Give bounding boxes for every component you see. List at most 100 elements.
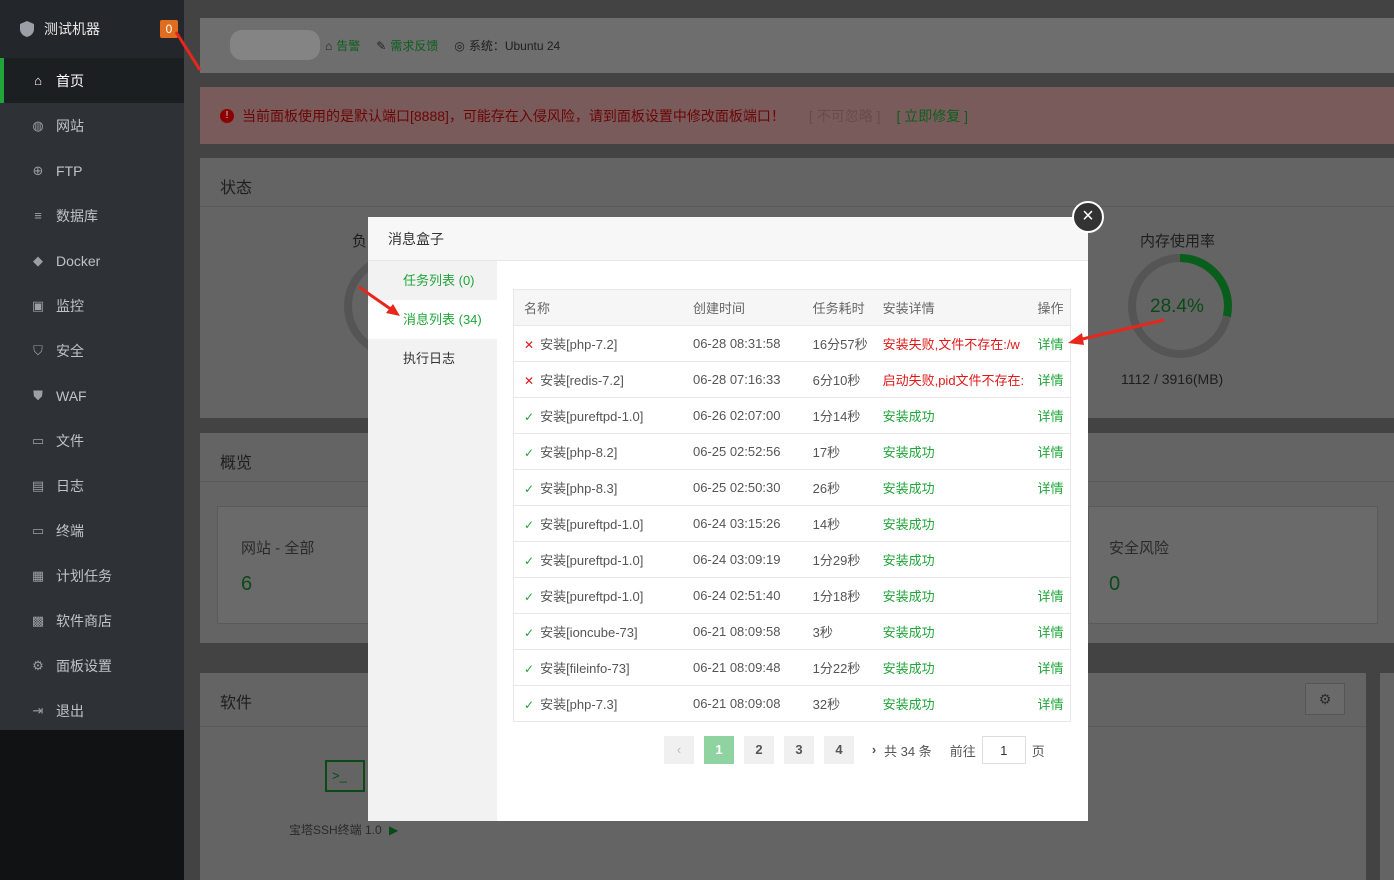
page-4-button[interactable]: 4 — [824, 736, 854, 764]
tab-exec-log[interactable]: 执行日志 — [368, 339, 497, 378]
next-page-button[interactable]: › — [864, 736, 884, 764]
play-icon[interactable]: ▶ — [389, 823, 398, 837]
feedback-link[interactable]: ✎ 需求反馈 — [376, 37, 438, 54]
close-icon[interactable]: × — [1072, 201, 1104, 233]
col-name: 名称 — [513, 289, 683, 326]
col-duration: 任务耗时 — [802, 289, 873, 326]
sidebar-item-2[interactable]: ⊕ FTP — [0, 148, 184, 193]
check-icon: ✓ — [524, 590, 535, 604]
home-small-icon: ⌂ — [325, 38, 333, 53]
check-icon: ✓ — [524, 626, 535, 640]
cell-duration: 14秒 — [802, 505, 873, 542]
fix-now-link[interactable]: [ 立即修复 ] — [896, 106, 968, 126]
page-1-button[interactable]: 1 — [704, 736, 734, 764]
detail-link[interactable]: 详情 — [1027, 685, 1071, 722]
sidebar-item-3[interactable]: ≡ 数据库 — [0, 193, 184, 238]
task-name: 安装[fileinfo-73] — [540, 661, 630, 676]
memory-label: 内存使用率 — [1140, 233, 1216, 250]
logout-icon: ⇥ — [32, 702, 44, 718]
settings-button[interactable]: ⚙ — [1305, 683, 1345, 715]
modal-tab-list: 任务列表 (0) 消息列表 (34) 执行日志 — [368, 261, 497, 821]
cell-install-detail: 安装成功 — [872, 397, 1028, 434]
check-icon: ✓ — [524, 482, 535, 496]
page-3-button[interactable]: 3 — [784, 736, 814, 764]
alarm-link[interactable]: ⌂ 告警 — [325, 37, 360, 54]
cell-name: ✓ 安装[ioncube-73] — [513, 613, 683, 650]
sidebar-item-14[interactable]: ⇥ 退出 — [0, 688, 184, 733]
detail-link[interactable]: 详情 — [1027, 469, 1071, 506]
sidebar-item-12[interactable]: ▩ 软件商店 — [0, 598, 184, 643]
pagination: ‹ 1 2 3 4 › 共 34 条 前往 页 — [664, 736, 1045, 764]
risk-label: 安全风险 — [1109, 540, 1170, 557]
sidebar-item-9[interactable]: ▤ 日志 — [0, 463, 184, 508]
site-label: 网站 - 全部 — [241, 540, 315, 557]
sidebar-item-label: Docker — [56, 252, 101, 269]
table-row: ✓ 安装[pureftpd-1.0] 06-26 02:07:00 1分14秒 安装成功… — [513, 397, 1071, 434]
sidebar-item-0[interactable]: ⌂ 首页 — [0, 58, 184, 103]
sidebar-item-label: 面板设置 — [56, 657, 112, 674]
folder-icon: ▭ — [31, 432, 45, 448]
page-2-button[interactable]: 2 — [744, 736, 774, 764]
sidebar-item-13[interactable]: ⚙ 面板设置 — [0, 643, 184, 688]
task-name: 安装[pureftpd-1.0] — [540, 517, 644, 532]
sidebar-item-label: 计划任务 — [56, 567, 112, 584]
sidebar-item-11[interactable]: ▦ 计划任务 — [0, 553, 184, 598]
task-name: 安装[php-7.2] — [540, 337, 618, 352]
monitor-icon: ▣ — [31, 297, 45, 313]
globe-icon: ◍ — [32, 117, 44, 133]
sidebar-item-6[interactable]: ⛉ 安全 — [0, 328, 184, 373]
sidebar-item-label: 首页 — [56, 72, 84, 89]
cell-install-detail: 安装成功 — [872, 577, 1028, 614]
message-box-modal: 消息盒子 任务列表 (0) 消息列表 (34) 执行日志 名称 创建时间 任务耗… — [368, 217, 1088, 821]
prev-page-button[interactable]: ‹ — [664, 736, 694, 764]
sidebar-item-7[interactable]: ⛊ WAF — [0, 373, 184, 418]
detail-link[interactable]: 详情 — [1027, 433, 1071, 470]
home-icon: ⌂ — [34, 73, 42, 88]
sidebar-item-10[interactable]: ▭ 终端 — [0, 508, 184, 553]
cell-name: ✓ 安装[pureftpd-1.0] — [513, 505, 683, 542]
server-name: 测试机器 — [44, 21, 100, 37]
sidebar-item-1[interactable]: ◍ 网站 — [0, 103, 184, 148]
cell-install-detail: 安装成功 — [872, 505, 1028, 542]
right-panel-edge — [1380, 673, 1394, 880]
sidebar-item-5[interactable]: ▣ 监控 — [0, 283, 184, 328]
cell-duration: 1分29秒 — [802, 541, 873, 578]
detail-link — [1027, 505, 1071, 542]
detail-link[interactable]: 详情 — [1027, 613, 1071, 650]
cell-duration: 1分18秒 — [802, 577, 873, 614]
col-created-time: 创建时间 — [682, 289, 803, 326]
sidebar-item-8[interactable]: ▭ 文件 — [0, 418, 184, 463]
sidebar-item-4[interactable]: ◆ Docker — [0, 238, 184, 283]
cell-created-time: 06-26 02:07:00 — [682, 397, 803, 434]
detail-link[interactable]: 详情 — [1027, 397, 1071, 434]
cell-created-time: 06-24 03:09:19 — [682, 541, 803, 578]
check-icon: ✓ — [524, 410, 535, 424]
cell-install-detail: 安装成功 — [872, 541, 1028, 578]
cell-created-time: 06-25 02:52:56 — [682, 433, 803, 470]
table-row: ✕ 安装[php-7.2] 06-28 08:31:58 16分57秒 安装失败,文件不… — [513, 325, 1071, 362]
cell-install-detail: 安装失败,文件不存在:/w — [872, 325, 1028, 362]
task-name: 安装[ioncube-73] — [540, 625, 638, 640]
detail-link[interactable]: 详情 — [1027, 577, 1071, 614]
gear-icon: ⚙ — [1318, 691, 1332, 707]
risk-card[interactable]: 安全风险 0 — [1088, 506, 1378, 624]
task-name: 安装[pureftpd-1.0] — [540, 589, 644, 604]
page-suffix: 页 — [1031, 743, 1045, 759]
ssh-terminal-icon[interactable]: >_ — [325, 760, 365, 792]
message-table: 名称 创建时间 任务耗时 安装详情 操作 ✕ 安装[php-7.2] 06-28 0… — [513, 289, 1071, 722]
modal-title: 消息盒子 — [368, 217, 1088, 261]
gear-icon: ⚙ — [32, 657, 44, 673]
table-header-row: 名称 创建时间 任务耗时 安装详情 操作 — [513, 289, 1071, 326]
detail-link[interactable]: 详情 — [1027, 649, 1071, 686]
cell-install-detail: 安装成功 — [872, 685, 1028, 722]
sidebar-item-label: 文件 — [56, 432, 84, 449]
risk-count: 0 — [1109, 573, 1121, 595]
cell-duration: 17秒 — [802, 433, 873, 470]
task-name: 安装[php-8.2] — [540, 445, 618, 460]
status-title: 状态 — [220, 180, 253, 197]
sidebar-item-label: WAF — [56, 387, 87, 404]
task-name: 安装[redis-7.2] — [540, 373, 624, 388]
message-table-area: 名称 创建时间 任务耗时 安装详情 操作 ✕ 安装[php-7.2] 06-28 0… — [513, 289, 1071, 722]
detail-link[interactable]: 详情 — [1027, 361, 1071, 398]
goto-page-input[interactable] — [981, 736, 1026, 764]
